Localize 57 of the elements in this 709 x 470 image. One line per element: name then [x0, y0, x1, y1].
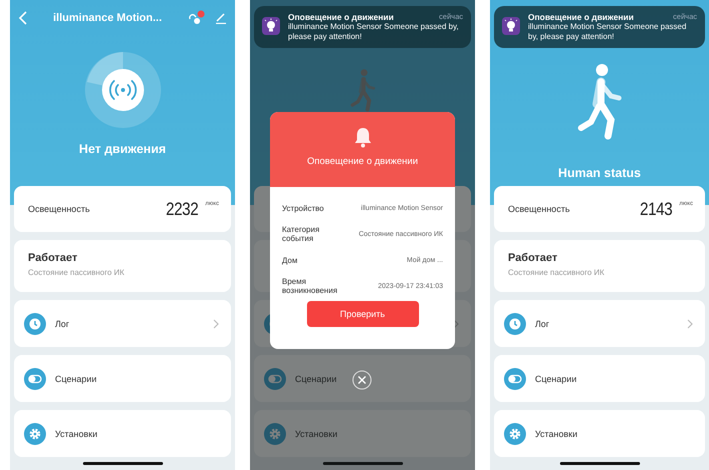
gear-icon	[24, 422, 46, 444]
menu-item[interactable]: Лог	[14, 300, 231, 347]
state-title: Работает	[508, 252, 558, 264]
notification-title: Оповещение о движении	[528, 12, 634, 22]
chevron-right-icon	[213, 318, 219, 328]
link-bulb-icon[interactable]	[187, 10, 205, 26]
menu-item[interactable]: Сценарии	[254, 355, 471, 402]
radar-icon	[82, 50, 162, 130]
field-label: Устройство	[282, 204, 325, 212]
menu-label: Установки	[295, 428, 338, 438]
field-label: Время возникновения	[282, 277, 338, 295]
state-title: Работает	[28, 252, 78, 264]
notification-title: Оповещение о движении	[288, 12, 394, 22]
notification-text: illuminance Motion Sensor Someone passed by, please pay attention!	[288, 22, 460, 42]
menu-label: Сценарии	[55, 374, 98, 384]
menu-label: Лог	[535, 318, 550, 328]
status-label: Нет движения	[79, 142, 166, 156]
state-subtitle: Состояние пассивного ИК	[28, 268, 126, 277]
field-label: Дом	[282, 256, 298, 264]
menu-item[interactable]: Установки	[494, 410, 705, 457]
menu-label: Сценарии	[295, 374, 338, 384]
illuminance-label: Освещенность	[508, 204, 570, 214]
illuminance-value: 2232	[166, 198, 198, 220]
edit-icon[interactable]	[215, 12, 227, 24]
walking-person-icon	[348, 68, 376, 113]
menu-item[interactable]: Лог	[494, 300, 705, 347]
check-button[interactable]: Проверить	[306, 301, 418, 327]
bell-icon	[352, 126, 372, 148]
menu-label: Установки	[55, 428, 98, 438]
gear-icon	[264, 422, 286, 444]
light-bulb-icon	[262, 17, 280, 35]
menu-label: Лог	[55, 318, 70, 328]
chevron-right-icon	[687, 318, 693, 328]
menu-label: Сценарии	[535, 374, 578, 384]
menu-item[interactable]: Установки	[254, 410, 471, 457]
dialog-title: Оповещение о движении	[307, 156, 418, 167]
back-icon[interactable]	[18, 11, 28, 25]
clock-icon	[24, 312, 46, 334]
menu-label: Установки	[535, 428, 578, 438]
menu-item[interactable]: Установки	[14, 410, 231, 457]
notification-text: illuminance Motion Sensor Someone passed by, please pay attention!	[528, 22, 688, 42]
illuminance-label: Освещенность	[28, 204, 90, 214]
clock-icon	[504, 312, 526, 334]
close-icon[interactable]	[352, 370, 372, 390]
status-label: Human status	[558, 166, 641, 180]
chevron-right-icon	[453, 318, 459, 328]
light-bulb-icon	[502, 17, 520, 35]
field-label: Категория события	[282, 225, 320, 243]
screen-title: illuminance Motion...	[52, 12, 163, 24]
toggle-icon	[24, 368, 46, 390]
menu-item[interactable]: Сценарии	[14, 355, 231, 402]
illuminance-value: 2143	[640, 198, 672, 220]
toggle-icon	[504, 368, 526, 390]
state-subtitle: Состояние пассивного ИК	[508, 268, 606, 277]
menu-item[interactable]: Сценарии	[494, 355, 705, 402]
toggle-icon	[264, 368, 286, 390]
gear-icon	[504, 422, 526, 444]
